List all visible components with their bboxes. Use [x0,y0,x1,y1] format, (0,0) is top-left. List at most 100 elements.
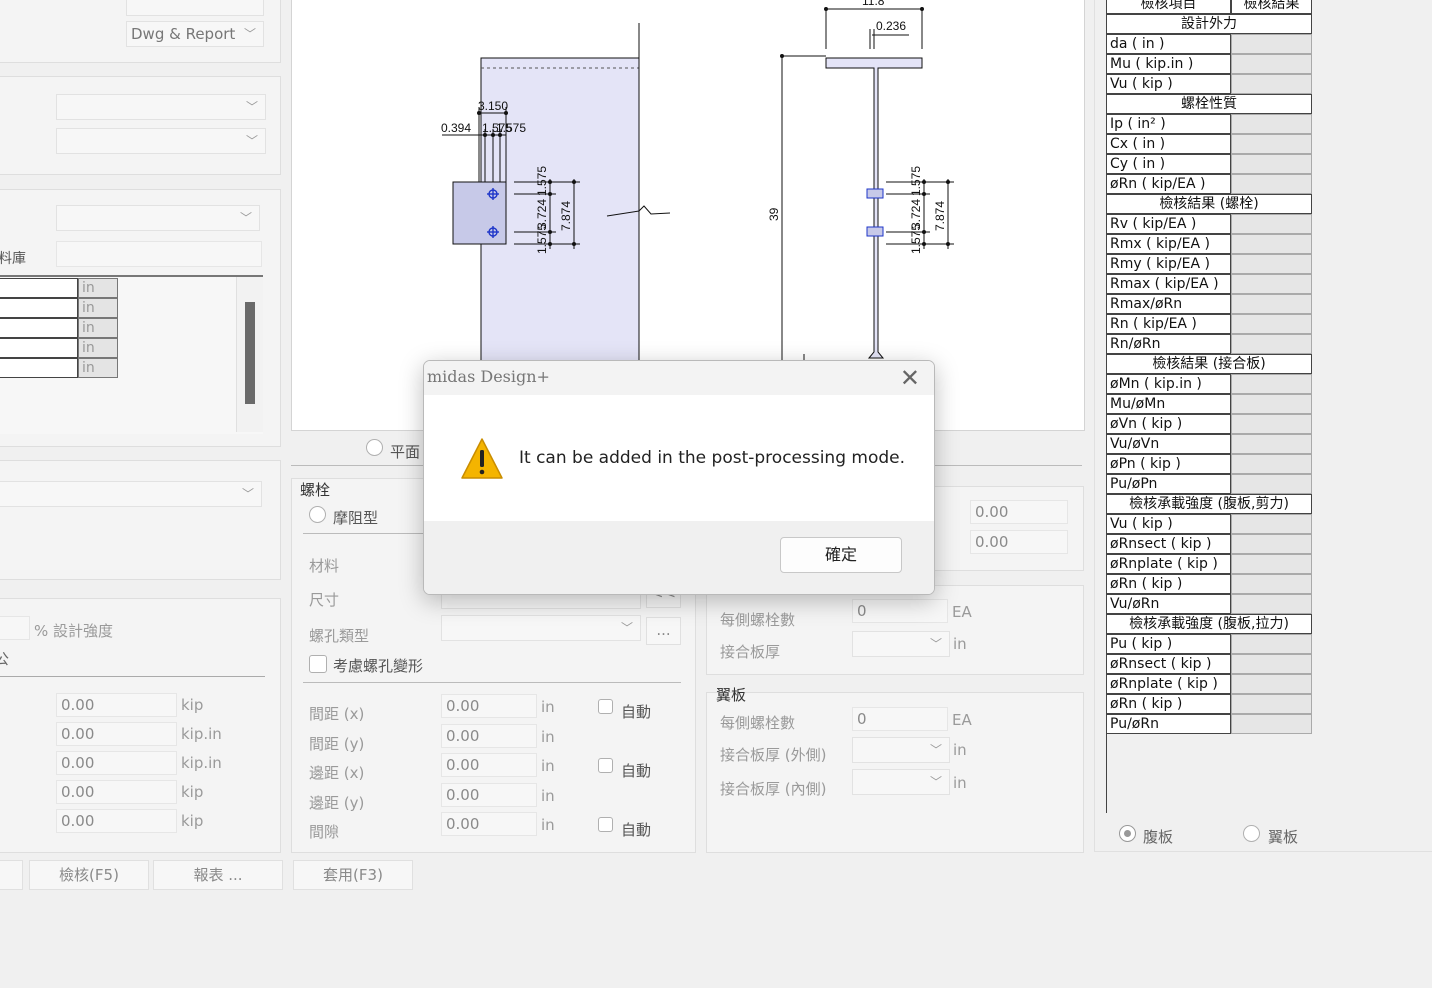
plate-value-2[interactable]: 0.00 [970,530,1068,554]
result-row: Mu/øMn [1106,394,1312,414]
result-header-item: 檢核項目 [1106,0,1231,14]
bolt-row-unit: in [541,698,555,716]
unit-table-value-cell[interactable] [0,298,78,318]
bolt-size-label: 尺寸 [309,591,340,609]
left-edge-button[interactable] [0,860,23,890]
unit-table-scrollbar[interactable] [236,277,263,432]
bolt-group-divider [303,533,423,534]
left-misc-group [0,460,281,580]
result-row: øRnsect ( kip ) [1106,654,1312,674]
output-type-combo[interactable]: Dwg & Report ﹀ [126,21,264,47]
auto-checkbox[interactable] [598,758,613,773]
result-section-title: 設計外力 [1106,14,1312,34]
view-radio-plan-label: 平面 [390,443,421,461]
plate-value-1[interactable]: 0.00 [970,500,1068,524]
web-bolts-field[interactable]: 0 [852,599,948,623]
output-combo-top[interactable] [126,0,264,16]
unit-table-value-cell[interactable] [0,358,78,378]
bolt-row-unit: in [541,757,555,775]
result-row-value [1231,634,1312,654]
force-value-field[interactable]: 0.00 [56,751,177,775]
bolt-row-value[interactable]: 0.00 [441,723,537,748]
section-combo-2[interactable]: ﹀ [56,128,266,154]
unit-table-value-cell[interactable] [0,318,78,338]
force-unit-label: kip [181,696,204,714]
result-row-label: øMn ( kip.in ) [1106,374,1231,394]
result-row-label: Vu/øVn [1106,434,1231,454]
flange-outer-combo[interactable]: ﹀ [852,737,950,763]
result-row-value [1231,654,1312,674]
bolt-rows-divider [303,682,681,683]
force-value-field[interactable]: 0.00 [56,809,177,833]
result-row-label: Pu ( kip ) [1106,634,1231,654]
close-icon[interactable]: ✕ [900,364,920,392]
hole-type-combo[interactable]: ﹀ [441,615,641,641]
scrollbar-thumb[interactable] [245,302,255,404]
bolt-row-value[interactable]: 0.00 [441,812,537,836]
auto-checkbox-label: 自動 [621,821,652,839]
friction-radio[interactable] [309,506,326,523]
result-row: Rmy ( kip/EA ) [1106,254,1312,274]
material-db-field[interactable] [56,241,262,267]
dim-3150: 3.150 [478,99,508,113]
force-value-field[interactable]: 0.00 [56,722,177,746]
deform-checkbox[interactable] [309,655,327,673]
radio-web[interactable] [1119,825,1136,842]
flange-inner-combo[interactable]: ﹀ [852,769,950,795]
flange-bolts-field[interactable]: 0 [852,707,948,731]
result-row-value [1231,694,1312,714]
flange-outer-label: 接合板厚 (外側) [720,746,827,764]
result-section-header: 設計外力 [1106,14,1312,34]
strength-pct-label: % 設計強度 [34,622,114,640]
unit-table-value-cell[interactable] [0,338,78,358]
dim-0236: 0.236 [876,19,906,33]
strength-pct-field[interactable] [0,616,30,640]
flange-inner-label: 接合板厚 (內側) [720,780,827,798]
result-header-row: 檢核項目 檢核結果 [1106,0,1312,14]
bolt-row-value[interactable]: 0.00 [441,694,537,718]
result-row-label: Rn/øRn [1106,334,1231,354]
result-row-label: øPn ( kip ) [1106,454,1231,474]
web-plate-combo[interactable]: ﹀ [852,631,950,657]
result-row-label: da ( in ) [1106,34,1231,54]
result-row: Vu/øRn [1106,594,1312,614]
force-value-field[interactable]: 0.00 [56,780,177,804]
result-row-label: Mu ( kip.in ) [1106,54,1231,74]
view-radio-plan[interactable] [366,439,383,456]
result-row-label: Cy ( in ) [1106,154,1231,174]
material-combo[interactable]: ﹀ [56,205,260,231]
hole-type-more-button[interactable]: ... [646,617,681,645]
misc-combo[interactable]: ﹀ [0,481,262,507]
result-row: Pu ( kip ) [1106,634,1312,654]
auto-checkbox[interactable] [598,817,613,832]
ok-button[interactable]: 確定 [780,537,902,573]
result-section-title: 檢核承載強度 (腹板,拉力) [1106,614,1312,634]
dim-39: 39 [767,207,781,221]
result-row: da ( in ) [1106,34,1312,54]
result-row-value [1231,714,1312,734]
radio-flange[interactable] [1243,825,1260,842]
result-section-header: 檢核結果 (螺栓) [1106,194,1312,214]
web-plate-label: 接合板厚 [720,643,781,661]
section-combo-1[interactable]: ﹀ [56,94,266,120]
result-row-value [1231,674,1312,694]
bolt-row-label: 邊距 (x) [309,764,365,782]
report-button[interactable]: 報表 ... [153,860,283,890]
result-row-value [1231,314,1312,334]
result-header-result: 檢核結果 [1231,0,1312,14]
check-button[interactable]: 檢核(F5) [29,860,149,890]
chevron-down-icon: ﹀ [929,775,942,789]
result-row-value [1231,574,1312,594]
auto-checkbox[interactable] [598,699,613,714]
result-row: Pu/øPn [1106,474,1312,494]
material-db-label: 料庫 [0,251,26,267]
unit-table-value-cell[interactable] [0,278,78,298]
result-row: øRn ( kip ) [1106,694,1312,714]
left-section-group [0,76,281,175]
force-value-field[interactable]: 0.00 [56,693,177,717]
bolt-row-value[interactable]: 0.00 [441,753,537,777]
chevron-down-icon: ﹀ [929,637,942,651]
result-section-header: 檢核承載強度 (腹板,拉力) [1106,614,1312,634]
bolt-row-value[interactable]: 0.00 [441,782,537,807]
apply-button[interactable]: 套用(F3) [293,860,413,890]
